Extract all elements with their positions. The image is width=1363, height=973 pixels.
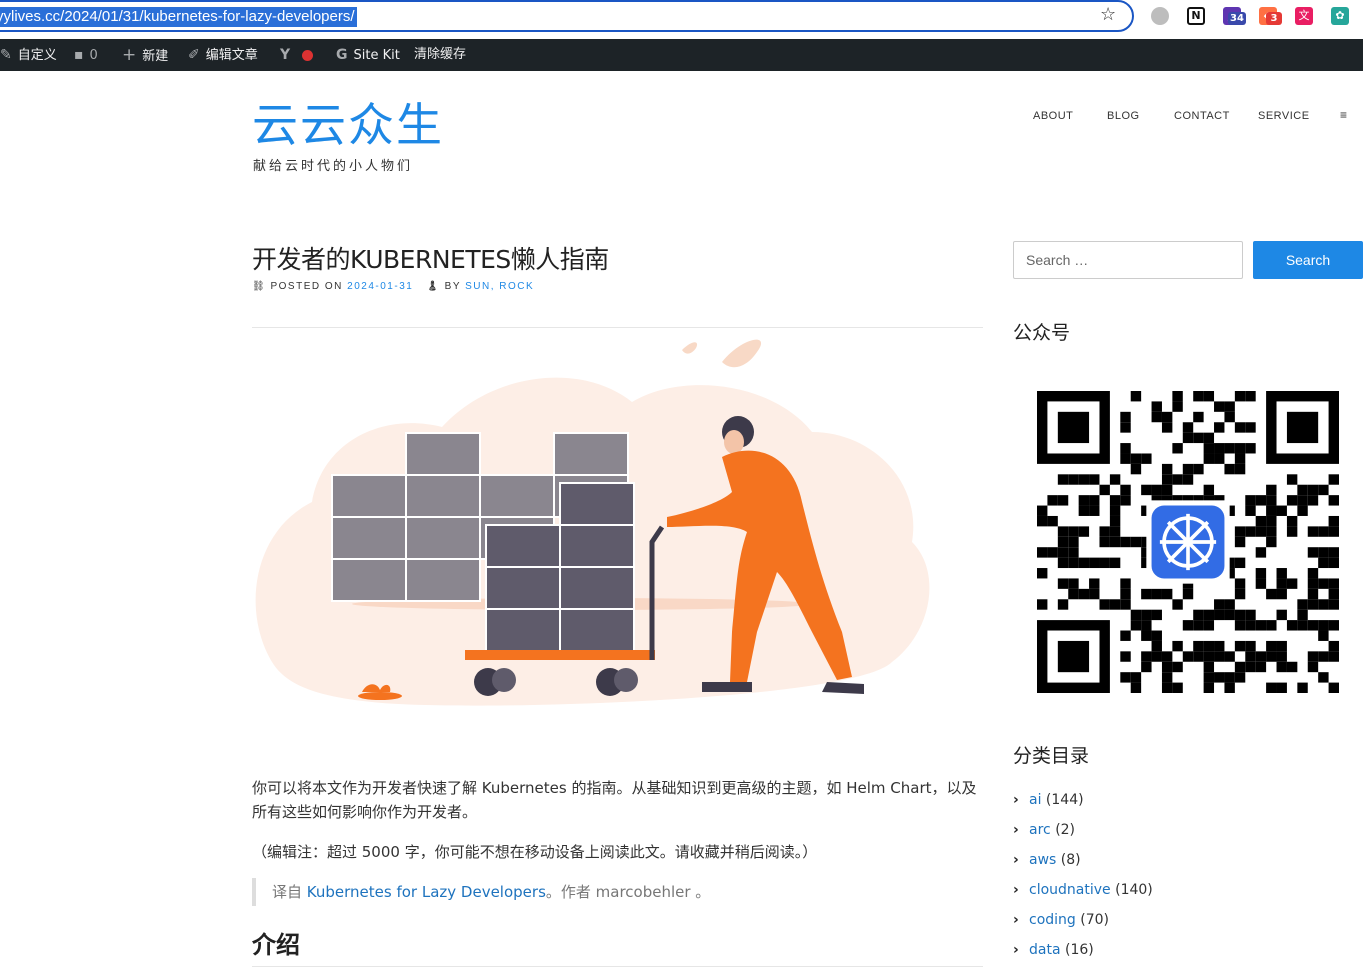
author-link[interactable]: SUN, ROCK (465, 281, 534, 292)
notion-extension-icon[interactable]: N (1187, 7, 1205, 25)
divider (252, 966, 983, 967)
nav-service[interactable]: SERVICE (1258, 110, 1310, 122)
category-item[interactable]: › coding (70) (1013, 910, 1109, 930)
intro-paragraph: 你可以将本文作为开发者快速了解 Kubernetes 的指南。从基础知识到更高级… (252, 779, 977, 821)
source-quote: 译自 Kubernetes for Lazy Developers。作者 mar… (252, 878, 983, 906)
category-link[interactable]: coding (1029, 912, 1076, 928)
category-item[interactable]: › ai (144) (1013, 790, 1084, 810)
category-link[interactable]: data (1029, 942, 1061, 958)
nav-contact[interactable]: CONTACT (1174, 110, 1230, 122)
address-bar[interactable]: yylives.cc/2024/01/31/kubernetes-for-laz… (0, 0, 1134, 32)
search-button[interactable]: Search (1253, 241, 1363, 279)
chevron-right-icon: › (1013, 792, 1019, 808)
brush-icon: ✎ (0, 47, 12, 63)
leaf-icon (722, 339, 762, 368)
chevron-right-icon: › (1013, 852, 1019, 868)
chevron-right-icon: › (1013, 912, 1019, 928)
gray-circle-extension-icon[interactable] (1151, 7, 1169, 25)
search-input[interactable] (1013, 241, 1243, 279)
category-link[interactable]: ai (1029, 792, 1041, 808)
chevron-right-icon: › (1013, 942, 1019, 958)
new-menu[interactable]: + 新建 (122, 39, 168, 71)
chevron-right-icon: › (1013, 822, 1019, 838)
comment-icon: ▪ (74, 47, 84, 63)
category-count: (8) (1060, 852, 1081, 868)
category-count: (140) (1115, 882, 1153, 898)
post-title: 开发者的KUBERNETES懒人指南 (252, 245, 609, 274)
category-link[interactable]: aws (1029, 852, 1056, 868)
leaf-icon (682, 342, 698, 354)
pencil-icon: ✐ (188, 47, 200, 63)
category-link[interactable]: arc (1029, 822, 1051, 838)
nav-blog[interactable]: BLOG (1107, 110, 1140, 122)
nav-about[interactable]: ABOUT (1033, 110, 1073, 122)
category-count: (2) (1055, 822, 1076, 838)
source-article-link[interactable]: Kubernetes for Lazy Developers (307, 883, 546, 901)
new-label: 新建 (142, 49, 169, 64)
divider (252, 327, 983, 328)
comments-count: 0 (89, 48, 98, 63)
sitekit-menu[interactable]: G Site Kit (336, 39, 400, 71)
section-heading: 介绍 (252, 931, 300, 959)
bookmark-star-icon[interactable]: ☆ (1100, 4, 1116, 25)
comments-menu[interactable]: ▪ 0 (74, 39, 98, 71)
edit-post-menu[interactable]: ✐ 编辑文章 (188, 39, 258, 71)
plus-icon: + (122, 45, 137, 65)
user-icon: ♟ (426, 281, 441, 292)
status-dot-icon (302, 50, 314, 61)
featured-image-warehouse-worker (255, 339, 930, 706)
quote-prefix: 译自 (272, 883, 307, 901)
extension-badge: 3 (1266, 12, 1282, 25)
translate-extension-icon[interactable]: 文 (1295, 7, 1313, 25)
extension-badge: 34 (1228, 12, 1246, 25)
wechat-qr-code (1037, 391, 1339, 693)
editor-note: （编辑注：超过 5000 字，你可能不想在移动设备上阅读此文。请收藏并稍后阅读。… (252, 843, 818, 861)
category-count: (16) (1065, 942, 1094, 958)
post-date-link[interactable]: 2024-01-31 (347, 281, 413, 292)
category-item[interactable]: › data (16) (1013, 940, 1094, 960)
posted-on-label: POSTED ON (270, 281, 343, 292)
menu-toggle-icon[interactable]: ≡ (1340, 108, 1348, 122)
customize-label: 自定义 (17, 48, 57, 63)
category-count: (144) (1045, 792, 1084, 808)
browser-toolbar: yylives.cc/2024/01/31/kubernetes-for-laz… (0, 0, 1363, 38)
link-icon: ⛓ (252, 281, 267, 292)
categories-widget-title: 分类目录 (1013, 745, 1090, 767)
site-tagline: 献给云时代的小人物们 (253, 159, 414, 174)
worker-boot (822, 682, 864, 694)
by-label: BY (444, 281, 461, 292)
customize-menu[interactable]: ✎ 自定义 (0, 39, 57, 71)
category-count: (70) (1080, 912, 1110, 928)
category-link[interactable]: cloudnative (1029, 882, 1111, 898)
quote-suffix: 。作者 marcobehler 。 (545, 883, 711, 901)
chevron-right-icon: › (1013, 882, 1019, 898)
clear-cache-menu[interactable]: 清除缓存 (414, 39, 466, 71)
site-title[interactable]: 云云众生 (252, 98, 444, 152)
wechat-widget-title: 公众号 (1013, 322, 1071, 344)
google-icon: G (336, 47, 348, 63)
worker-boot (702, 682, 752, 692)
green-extension-icon[interactable]: ✿ (1331, 7, 1349, 25)
yoast-menu[interactable]: Y (280, 39, 314, 71)
yoast-icon: Y (280, 47, 291, 63)
clear-cache-label: 清除缓存 (414, 47, 467, 62)
category-item[interactable]: › arc (2) (1013, 820, 1075, 840)
category-item[interactable]: › aws (8) (1013, 850, 1081, 870)
wp-admin-bar: ✎ 自定义 ▪ 0 + 新建 ✐ 编辑文章 Y G Site Kit 清除缓存 (0, 39, 1363, 71)
sitekit-label: Site Kit (353, 48, 400, 63)
category-item[interactable]: › cloudnative (140) (1013, 880, 1153, 900)
url-text[interactable]: yylives.cc/2024/01/31/kubernetes-for-laz… (0, 7, 357, 27)
post-meta: ⛓ POSTED ON 2024-01-31 ♟ BY SUN, ROCK (252, 281, 534, 292)
edit-post-label: 编辑文章 (205, 48, 258, 63)
cart-platform (465, 650, 655, 660)
